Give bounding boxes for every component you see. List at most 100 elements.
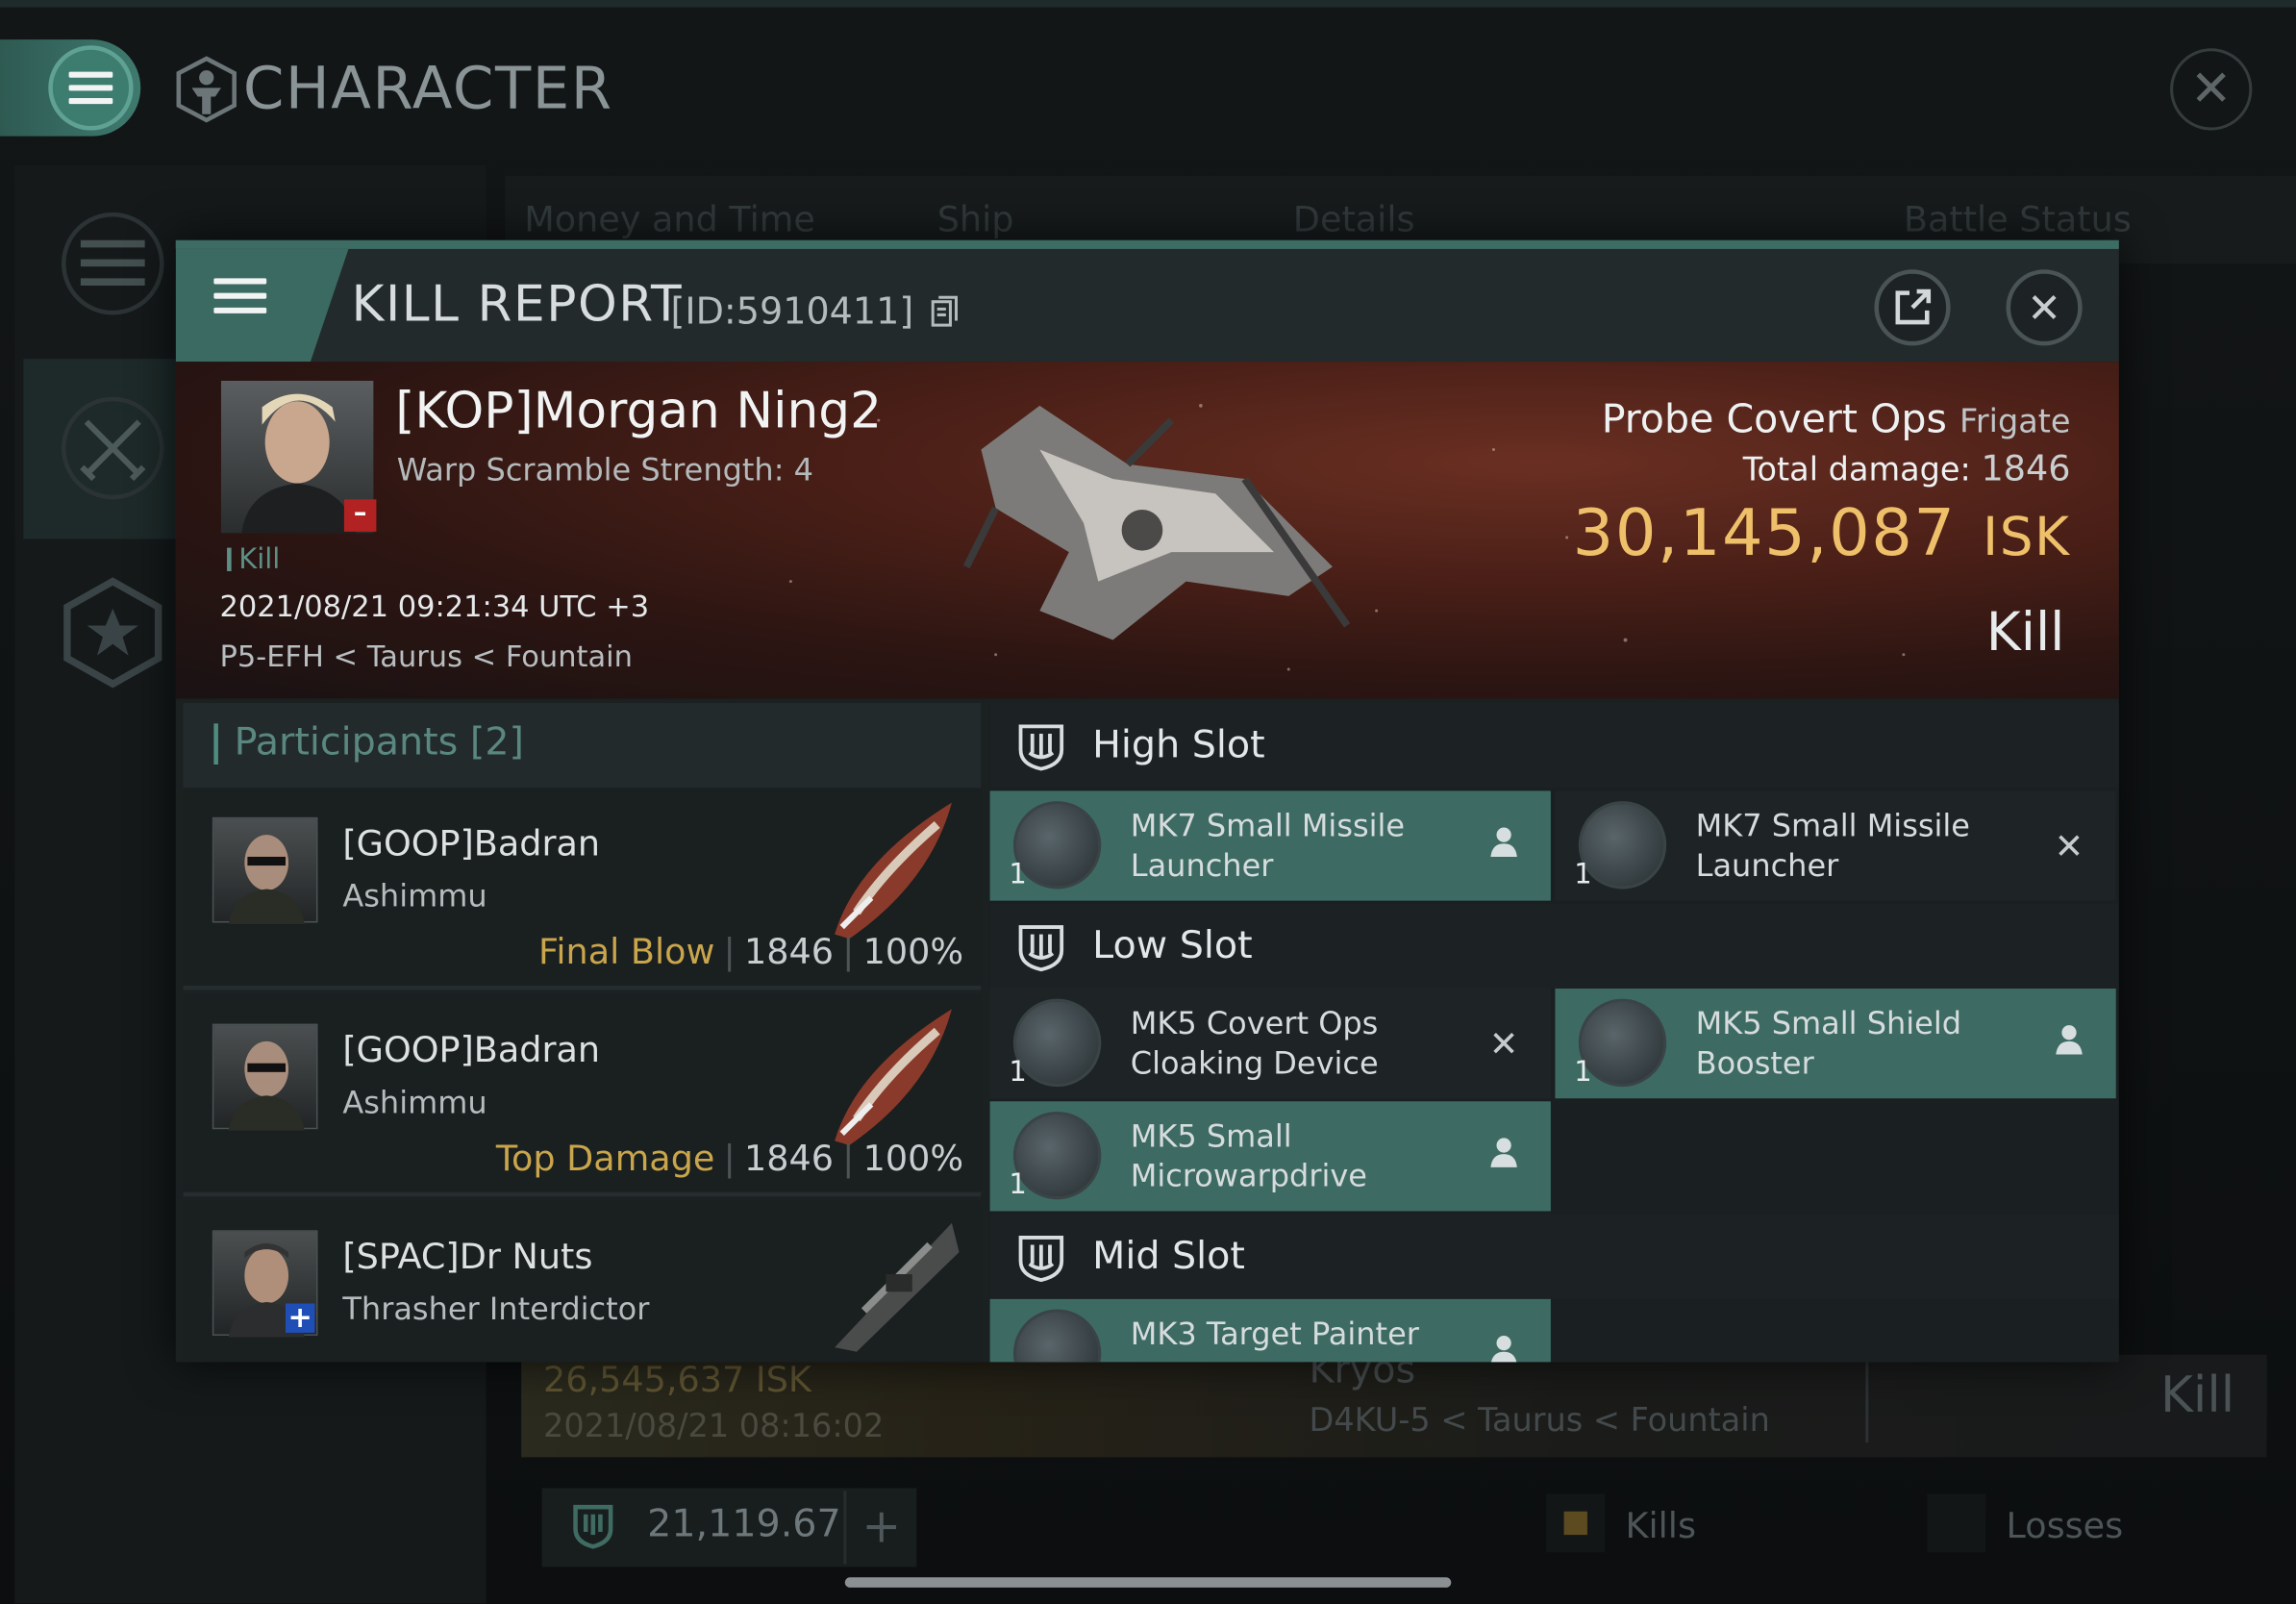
kill-report-header: KILL REPORT [ID:5910411] ✕ [175,239,2119,363]
module-quantity: 1 [1009,1168,1027,1201]
hamburger-icon[interactable] [213,278,267,313]
bg-tab-ship[interactable]: Ship [937,199,1014,240]
standing-plus-badge: + [285,1302,315,1333]
add-balance-button[interactable]: + [843,1491,916,1565]
module-name-line2: Launcher [1695,847,1839,884]
bg-row-location: D4KU-5 < Taurus < Fountain [1309,1403,1770,1441]
participant-row[interactable]: + [SPAC]Dr Nuts Thrasher Interdictor [183,1200,982,1363]
medal-glyph [63,577,162,689]
target-painter-icon [1012,1309,1102,1363]
warp-scramble-strength: Warp Scramble Strength: 4 [396,452,814,489]
module-name-line1: MK7 Small Missile [1130,808,1406,844]
skill-points-icon [573,1504,613,1549]
victim-name[interactable]: [KOP]Morgan Ning2 [395,383,882,441]
person-icon [1490,1138,1517,1167]
bg-row-result: Kill [2159,1366,2235,1425]
isk-amount: 30,145,087 [1572,496,1957,571]
module-quantity: 1 [1009,858,1027,890]
kill-location[interactable]: P5-EFH < Taurus < Fountain [219,639,632,674]
module-name-line1: MK5 Small [1130,1118,1292,1155]
top-border [0,0,2296,8]
kill-location-text: P5-EFH < Taurus < Fountain [219,639,633,674]
high-slot-title: High Slot [1092,723,1265,768]
module-name-line1: MK5 Covert Ops [1130,1006,1379,1041]
kills-swatch-fill [1563,1511,1587,1536]
module-name: MK5 Covert Ops Cloaking Device [1131,1005,1379,1084]
module-item[interactable]: 1 MK7 Small Missile Launcher [989,790,1551,901]
module-quantity: 1 [1574,858,1592,890]
module-name-line1: MK7 Small Missile [1695,808,1970,844]
fitting-panel: High Slot 1 MK7 Small Missile Launcher 1 … [989,703,2119,1363]
victim-standing-badge: – [343,499,377,532]
low-slot-title: Low Slot [1092,924,1253,968]
close-report-button[interactable]: ✕ [2006,269,2083,346]
kill-id-text: [ID:5910411] [670,289,914,333]
module-quantity: 1 [1009,1056,1027,1089]
main-menu-button[interactable] [0,39,141,137]
person-icon [2056,1025,2083,1055]
kill-report-modal: KILL REPORT [ID:5910411] ✕ – [KOP]Morgan… [175,239,2119,1363]
bg-tab-details[interactable]: Details [1293,199,1415,240]
participant-row[interactable]: [GOOP]Badran Ashimmu Final Blow | 1846 | 100… [183,788,982,990]
top-damage-label: Top Damage [495,1138,715,1180]
final-blow-label: Final Blow [538,931,715,973]
participant-ship-image [835,1009,952,1145]
victim-banner: – [KOP]Morgan Ning2 Warp Scramble Streng… [175,362,2119,699]
module-item[interactable]: 1 MK3 Target Painter [989,1298,1551,1363]
list-icon[interactable] [61,212,164,315]
participant-damage: 1846 [743,931,835,973]
crossed-swords-icon[interactable] [61,396,164,500]
participant-portrait[interactable] [212,1023,318,1131]
kills-legend-label[interactable]: Kills [1626,1506,1696,1547]
close-window-button[interactable]: ✕ [2170,48,2253,131]
window-title: CHARACTER [242,55,613,123]
module-name-line2: Cloaking Device [1130,1045,1379,1081]
participant-ship: Ashimmu [342,878,487,915]
module-name-line2: Booster [1695,1045,1814,1081]
module-name-line1: MK5 Small Shield [1695,1006,1962,1041]
hamburger-icon [48,45,134,131]
participants-title: Participants [2] [213,720,524,765]
mid-slot-title: Mid Slot [1092,1234,1245,1279]
kill-report-id: [ID:5910411] [671,290,958,333]
participant-damage: 1846 [743,1138,835,1180]
module-name: MK5 Small Shield Booster [1696,1005,1961,1084]
kill-tag: Kill [227,543,280,576]
medal-icon[interactable] [62,577,164,689]
participant-name: [SPAC]Dr Nuts [342,1236,593,1278]
participant-damage-pct: 100% [862,1138,964,1180]
character-icon [176,56,237,123]
isk-value: 30,145,087 ISK [1573,496,2071,571]
divider [1865,1354,1869,1443]
victim-ship-name[interactable]: Probe Covert Ops Frigate [1602,397,2071,442]
share-icon [1895,288,1932,325]
copy-icon[interactable] [931,295,958,329]
high-slot-header: High Slot [989,703,2119,789]
losses-legend-label[interactable]: Losses [2007,1506,2124,1547]
person-icon [1490,1335,1517,1363]
module-item[interactable]: 1 MK7 Small Missile Launcher ✕ [1555,790,2116,901]
kill-timestamp: 2021/08/21 09:21:34 UTC +3 [219,589,650,624]
background-kill-row[interactable]: 26,545,637 ISK 2021/08/21 08:16:02 Kryos… [521,1349,2267,1458]
result-label: Kill [1985,603,2065,664]
module-name: MK3 Target Painter [1131,1316,1419,1355]
module-item[interactable]: 1 MK5 Small Shield Booster [1555,989,2116,1099]
isk-unit: ISK [1983,508,2071,568]
mid-slot-icon [1018,1236,1064,1283]
x-icon: ✕ [2054,825,2084,867]
participant-row[interactable]: [GOOP]Badran Ashimmu Top Damage | 1846 | 100… [183,994,982,1197]
ship-class-text: Frigate [1959,404,2071,441]
balance-bar: 21,119.67 + [541,1488,917,1567]
bg-tab-money[interactable]: Money and Time [524,199,815,240]
participant-portrait[interactable] [212,816,318,925]
module-item[interactable]: 1 MK5 Small Microwarpdrive [989,1101,1551,1212]
module-name-line2: Launcher [1130,847,1274,884]
participant-name: [GOOP]Badran [342,1029,601,1071]
share-button[interactable] [1874,269,1951,346]
list-icon-glyph [80,239,145,286]
participant-ship: Ashimmu [342,1085,487,1121]
module-item[interactable]: 1 MK5 Covert Ops Cloaking Device ✕ [989,989,1551,1099]
module-name: MK5 Small Microwarpdrive [1131,1117,1367,1196]
module-name-line2: Microwarpdrive [1130,1158,1368,1194]
bg-tab-battle-status[interactable]: Battle Status [1904,199,2132,240]
